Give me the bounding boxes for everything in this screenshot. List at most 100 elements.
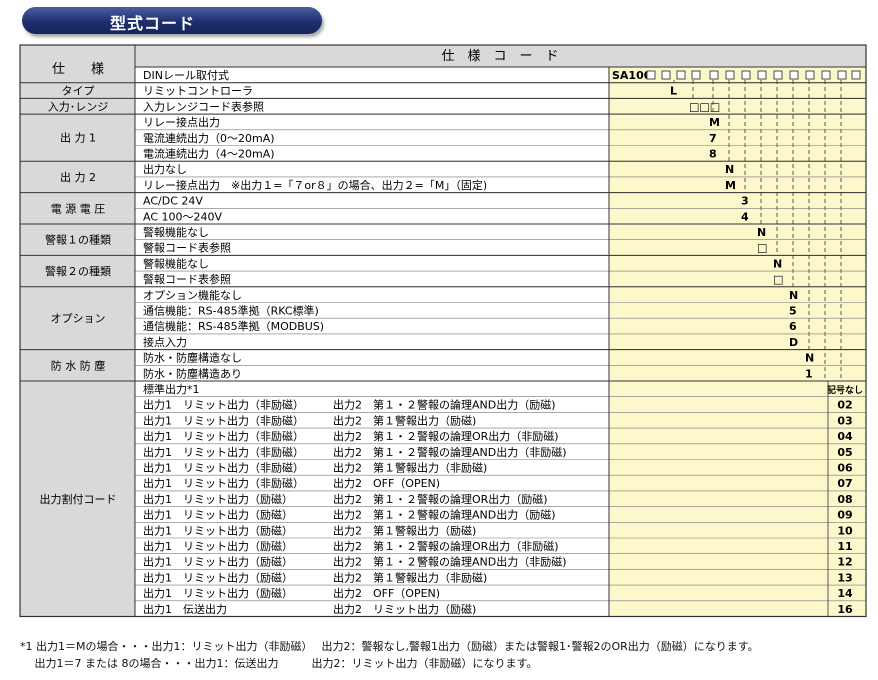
output-assign-o1: 出力1 リミット出力（非励磁） (143, 398, 304, 412)
spec-text: 警報機能なし (143, 256, 209, 270)
output-assign-code: 06 (837, 462, 853, 475)
spec-code: D (789, 336, 798, 349)
code-digit-box (691, 70, 701, 80)
spec-text: 警報機能なし (143, 225, 209, 239)
output-assign-code: 11 (837, 540, 852, 553)
output-assign-o1: 出力1 リミット出力（励磁） (143, 570, 293, 584)
group-label: 入力･レンジ (48, 100, 109, 113)
output-assign-o1: 出力1 リミット出力（励磁） (143, 508, 293, 522)
spec-code: N (725, 163, 734, 176)
output-assign-o1: 出力1 リミット出力（励磁） (143, 555, 293, 569)
spec-code: □ (757, 242, 767, 255)
spec-text: 警報コード表参照 (143, 272, 231, 286)
spec-code: □□□ (689, 100, 720, 113)
output-assign-o2: 出力2 第１警報出力（励磁) (333, 523, 476, 537)
code-digit-box (805, 70, 815, 80)
output-assign-o2: 出力2 第１・２警報の論理AND出力（非励磁) (333, 555, 567, 569)
spec-text: 警報コード表参照 (143, 241, 231, 255)
code-column-bg (609, 67, 866, 617)
spec-code: L (670, 85, 677, 98)
output-assign-code: 12 (837, 556, 852, 569)
group-label: 出 力 2 (60, 170, 96, 184)
label-column-bg (20, 67, 135, 617)
code-digit-box (821, 70, 831, 80)
spec-header: 仕 様 (52, 62, 104, 77)
spec-text: 接点入力 (143, 336, 187, 349)
output-assign-o2: 出力2 第１・２警報の論理AND出力（非励磁) (333, 445, 567, 459)
spec-text: 入力レンジコード表参照 (143, 99, 264, 113)
footnote-2: 出力1＝7 または 8の場合・・・出力1：伝送出力 出力2：リミット出力（非励磁… (20, 657, 538, 670)
output-assign-o1: 出力1 リミット出力（非励磁） (143, 445, 304, 459)
spec-code: 6 (789, 320, 797, 333)
spec-code: M (725, 179, 736, 192)
spec-text: 電流連続出力（0～20mA) (143, 131, 275, 145)
group-label: 電 源 電 圧 (51, 201, 106, 215)
output-assign-o1: 出力1 リミット出力（励磁） (143, 492, 293, 506)
output-assign-o2: 出力2 第１警報出力（励磁) (333, 413, 476, 427)
group-label: タイプ (62, 85, 95, 98)
model-code: SA100 (612, 69, 652, 82)
output-assign-o1: 出力1 リミット出力（励磁） (143, 539, 293, 553)
spec-text: 通信機能：RS-485準拠（RKC標準) (143, 304, 319, 318)
code-digit-box (725, 70, 735, 80)
spec-text: AC 100～240V (143, 210, 222, 223)
output-assign-o2: 出力2 第１・２警報の論理AND出力（励磁) (333, 508, 556, 522)
model-label: DINレール取付式 (143, 69, 229, 82)
output-assign-code: 07 (837, 477, 852, 490)
spec-code: 1 (805, 367, 813, 380)
output-assign-o1: 出力1 リミット出力（非励磁） (143, 413, 304, 427)
spec-text: リレー接点出力 ※出力１=「７or８」の場合、出力２=「M」（固定) (143, 178, 487, 192)
output-assign-o2: 出力2 第１警報出力（非励磁) (333, 461, 487, 475)
output-assign-o1: 出力1 リミット出力（励磁） (143, 523, 293, 537)
output-assign-code: 03 (837, 414, 852, 427)
output-assign-code: 16 (837, 603, 853, 616)
output-assign-o1: 出力1 伝送出力 (143, 602, 227, 616)
code-digit-box (789, 70, 799, 80)
code-digit-box (773, 70, 783, 80)
spec-code: 7 (709, 132, 717, 145)
output-assign-o2: 出力2 OFF（OPEN) (333, 586, 440, 600)
output-assign-o1: 出力1 リミット出力（励磁） (143, 586, 293, 600)
output-assign-o2: 出力2 第１・２警報の論理AND出力（励磁) (333, 398, 556, 412)
spec-text: AC/DC 24V (143, 195, 203, 208)
output-assign-o1: 出力1 リミット出力（非励磁） (143, 461, 304, 475)
model-code-table: 仕 様 仕 様 コ ー ド DINレール取付式 SA100 タイプ入力･レンジ出 力 1… (19, 44, 867, 618)
group-label: オプション (51, 312, 106, 325)
output-assign-o1: 出力1 リミット出力（非励磁） (143, 476, 304, 490)
spec-code: N (757, 226, 766, 239)
output-assign-o2: 出力2 第１・２警報の論理OR出力（非励磁) (333, 539, 559, 553)
output-assign-o1: 出力1 リミット出力（非励磁） (143, 429, 304, 443)
code-digit-box (851, 70, 861, 80)
code-digit-box (709, 70, 719, 80)
output-assign-code: 04 (837, 430, 853, 443)
spec-text: 出力なし (143, 162, 187, 176)
code-digit-box (741, 70, 751, 80)
output-assign-code: 05 (837, 446, 852, 459)
spec-text: オプション機能なし (143, 288, 242, 302)
output-assign-label: 出力割付コード (40, 492, 117, 506)
output-assign-code: 02 (837, 399, 852, 412)
spec-code: 8 (709, 148, 717, 161)
code-digit-box (661, 70, 671, 80)
output-assign-o1: 標準出力*1 (143, 382, 200, 396)
spec-text: リレー接点出力 (143, 115, 220, 129)
spec-code: M (709, 116, 720, 129)
spec-code: N (773, 257, 782, 270)
group-label: 警報２の種類 (45, 264, 111, 278)
code-digit-box (676, 70, 686, 80)
group-label: 出 力 1 (60, 131, 96, 145)
output-assign-code: 13 (837, 571, 852, 584)
output-assign-code: 09 (837, 509, 852, 522)
spec-code: 5 (789, 305, 797, 318)
spec-text: 電流連続出力（4～20mA) (143, 147, 275, 161)
code-digit-box (646, 70, 656, 80)
spec-code: 4 (741, 210, 749, 223)
code-header: 仕 様 コ ー ド (441, 49, 558, 64)
output-assign-o2: 出力2 第１・２警報の論理OR出力（非励磁) (333, 429, 559, 443)
output-assign-o2: 出力2 第１・２警報の論理OR出力（励磁) (333, 492, 548, 506)
spec-code: N (789, 289, 798, 302)
output-assign-o2: 出力2 第１警報出力（非励磁) (333, 570, 487, 584)
code-digit-box (757, 70, 767, 80)
spec-text: リミットコントローラ (143, 85, 253, 98)
group-label: 防 水 防 塵 (51, 358, 106, 372)
